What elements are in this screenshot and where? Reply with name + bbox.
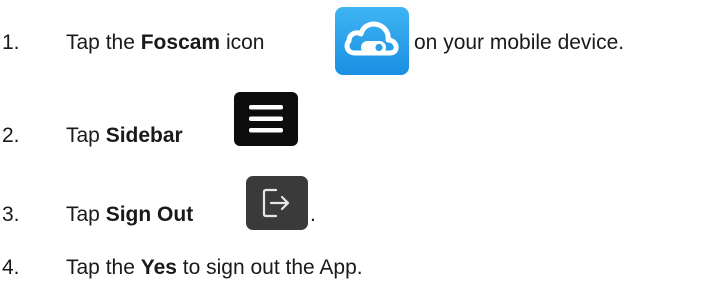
step-4-suffix: to sign out the App.: [176, 256, 363, 279]
step-2-prefix: Tap: [66, 124, 106, 147]
step-1-suffix: icon: [220, 31, 265, 54]
step-4-bold: Yes: [140, 256, 177, 279]
hamburger-menu-icon: [234, 92, 298, 146]
step-3-prefix: Tap: [66, 203, 106, 226]
step-2-number: 2.: [2, 124, 20, 147]
step-1-bold: Foscam: [140, 31, 221, 54]
step-1-text: Tap the Foscam icon: [66, 32, 264, 53]
step-3-number: 3.: [2, 203, 20, 226]
step-3-text: Tap Sign Out: [66, 204, 193, 225]
step-1-after-icon: on your mobile device.: [414, 31, 625, 54]
step-2-bold: Sidebar: [105, 124, 183, 147]
step-1-number: 1.: [2, 31, 20, 54]
hamburger-glyph: [249, 105, 283, 133]
step-1-prefix: Tap the: [66, 31, 141, 54]
step-4-text: Tap the Yes to sign out the App.: [66, 257, 363, 278]
step-3-bold: Sign Out: [105, 203, 194, 226]
foscam-cloud-icon: [335, 7, 409, 75]
step-3-after-icon: .: [310, 203, 316, 226]
step-4-number: 4.: [2, 256, 20, 279]
foscam-cloud-glyph: [344, 21, 399, 56]
sign-out-glyph: [262, 188, 290, 218]
step-2-text: Tap Sidebar: [66, 125, 183, 146]
step-4-prefix: Tap the: [66, 256, 141, 279]
sign-out-icon: [246, 176, 308, 230]
